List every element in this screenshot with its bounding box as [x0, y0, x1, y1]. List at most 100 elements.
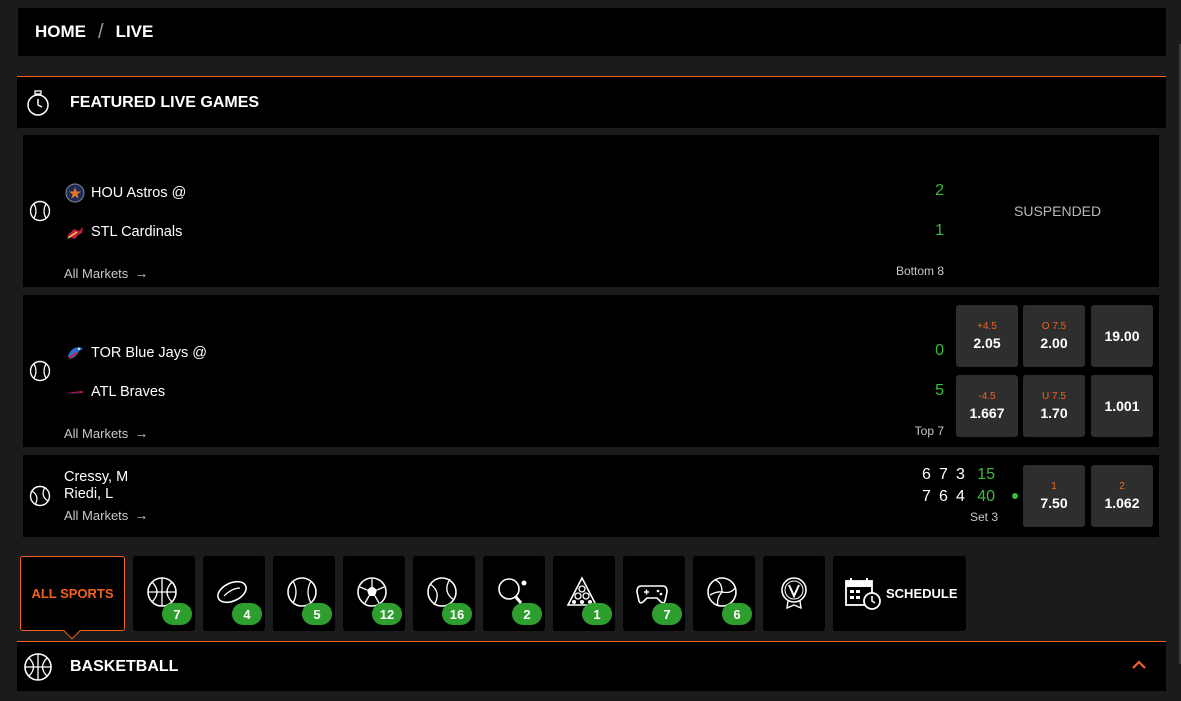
score-home: 2: [935, 182, 944, 199]
odds-button[interactable]: +4.5 2.05: [956, 305, 1018, 367]
live-count-badge: 2: [512, 603, 542, 625]
set-score: 7: [939, 466, 948, 483]
odds-value: 7.50: [1040, 495, 1068, 511]
all-markets-link[interactable]: All Markets →: [64, 425, 148, 441]
sport-tab-basketball[interactable]: 7: [133, 556, 195, 631]
set-score: 7: [922, 488, 931, 505]
breadcrumb-current: LIVE: [115, 22, 154, 41]
live-count-badge: 6: [722, 603, 752, 625]
score-away: 1: [935, 222, 944, 239]
sport-tab-volleyball[interactable]: 6: [693, 556, 755, 631]
live-count-badge: 7: [162, 603, 192, 625]
all-markets-link[interactable]: All Markets →: [64, 265, 148, 281]
schedule-label: SCHEDULE: [886, 586, 958, 601]
section-title: BASKETBALL: [70, 657, 179, 675]
featured-live-games-header: FEATURED LIVE GAMES: [17, 76, 1166, 128]
game-period: Top 7: [914, 424, 944, 438]
game-card-tennis: Cressy, M Riedi, L All Markets → 6 7 3 15 7…: [23, 455, 1159, 537]
sport-tab-virtual[interactable]: [763, 556, 825, 631]
odds-value: 1.001: [1104, 398, 1140, 414]
braves-logo-icon: [65, 383, 85, 401]
astros-logo-icon: [65, 183, 85, 203]
odds-button[interactable]: U 7.5 1.70: [1023, 375, 1085, 437]
schedule-tab[interactable]: SCHEDULE: [833, 556, 966, 631]
breadcrumb-separator: /: [98, 20, 104, 43]
arrow-right-icon: →: [134, 507, 149, 523]
baseball-icon: [29, 200, 51, 222]
odds-value: 1.062: [1104, 495, 1140, 511]
player-name: Cressy, M: [64, 469, 129, 485]
all-markets-label: All Markets: [64, 265, 129, 281]
live-count-badge: 16: [442, 603, 472, 625]
odds-label: -4.5: [978, 391, 996, 402]
set-score: 6: [939, 488, 948, 505]
sport-tab-soccer[interactable]: 12: [343, 556, 405, 631]
team-name: ATL Braves: [91, 384, 166, 400]
live-count-badge: 7: [652, 603, 682, 625]
team-home: TOR Blue Jays @: [65, 344, 207, 362]
breadcrumb: HOME / LIVE: [18, 8, 1166, 56]
set-score: 4: [956, 488, 965, 505]
basketball-section-header[interactable]: BASKETBALL: [17, 641, 1166, 691]
calendar-clock-icon: [845, 577, 881, 610]
player-name: Riedi, L: [64, 486, 114, 502]
status-suspended: SUSPENDED: [1014, 203, 1102, 219]
chevron-up-icon[interactable]: [1130, 656, 1148, 674]
set-score: 3: [956, 466, 965, 483]
all-sports-tab[interactable]: ALL SPORTS: [20, 556, 125, 640]
team-away: ATL Braves: [65, 383, 165, 401]
game-card-astros-cardinals: HOU Astros @ STL Cardinals 2 1 All Marke…: [23, 135, 1159, 287]
serving-indicator: [1012, 493, 1018, 499]
live-count-badge: 12: [372, 603, 402, 625]
game-card-bluejays-braves: TOR Blue Jays @ ATL Braves 0 5 All Marke…: [23, 295, 1159, 447]
odds-button[interactable]: 1.001: [1091, 375, 1153, 437]
odds-label: O 7.5: [1041, 321, 1067, 332]
team-away: STL Cardinals: [65, 223, 182, 241]
odds-button[interactable]: -4.5 1.667: [956, 375, 1018, 437]
odds-button[interactable]: 19.00: [1091, 305, 1153, 367]
baseball-icon: [29, 360, 51, 382]
all-markets-label: All Markets: [64, 507, 129, 523]
sport-tab-football[interactable]: 4: [203, 556, 265, 631]
game-points: 15: [977, 466, 995, 483]
all-sports-label: ALL SPORTS: [31, 586, 114, 601]
sport-tab-table-tennis[interactable]: 2: [483, 556, 545, 631]
player-2-sets: 7 6 4 40: [918, 488, 995, 506]
score-home: 0: [935, 342, 944, 359]
odds-button[interactable]: 1 7.50: [1023, 465, 1085, 527]
arrow-right-icon: →: [134, 425, 149, 441]
game-period: Set 3: [969, 510, 998, 524]
live-count-badge: 1: [582, 603, 612, 625]
odds-value: 2.00: [1040, 335, 1068, 351]
sport-tab-esports[interactable]: 7: [623, 556, 685, 631]
sport-tab-baseball[interactable]: 5: [273, 556, 335, 631]
sport-tab-billiards[interactable]: 1: [553, 556, 615, 631]
all-markets-link[interactable]: All Markets →: [64, 507, 148, 523]
tennis-ball-icon: [29, 485, 51, 507]
player-1: Cressy, M: [64, 469, 128, 485]
team-name: STL Cardinals: [91, 224, 183, 240]
team-name: TOR Blue Jays @: [91, 345, 207, 361]
live-count-badge: 5: [302, 603, 332, 625]
odds-label: 1: [1051, 481, 1057, 492]
player-1-sets: 6 7 3 15: [918, 466, 995, 484]
odds-value: 19.00: [1104, 328, 1140, 344]
set-score: 6: [922, 466, 931, 483]
odds-label: +4.5: [977, 321, 997, 332]
odds-label: 2: [1119, 481, 1125, 492]
breadcrumb-home[interactable]: HOME: [35, 22, 86, 42]
all-markets-label: All Markets: [64, 425, 129, 441]
cardinals-logo-icon: [65, 223, 85, 241]
odds-value: 2.05: [973, 335, 1001, 351]
bluejays-logo-icon: [65, 344, 85, 362]
odds-button[interactable]: 2 1.062: [1091, 465, 1153, 527]
game-period: Bottom 8: [895, 264, 944, 278]
arrow-right-icon: →: [134, 265, 149, 281]
team-home: HOU Astros @: [65, 183, 187, 203]
sport-tab-tennis[interactable]: 16: [413, 556, 475, 631]
odds-value: 1.667: [969, 405, 1005, 421]
featured-title: FEATURED LIVE GAMES: [70, 93, 260, 111]
odds-button[interactable]: O 7.5 2.00: [1023, 305, 1085, 367]
basketball-icon: [24, 652, 52, 681]
team-name: HOU Astros @: [91, 185, 187, 201]
